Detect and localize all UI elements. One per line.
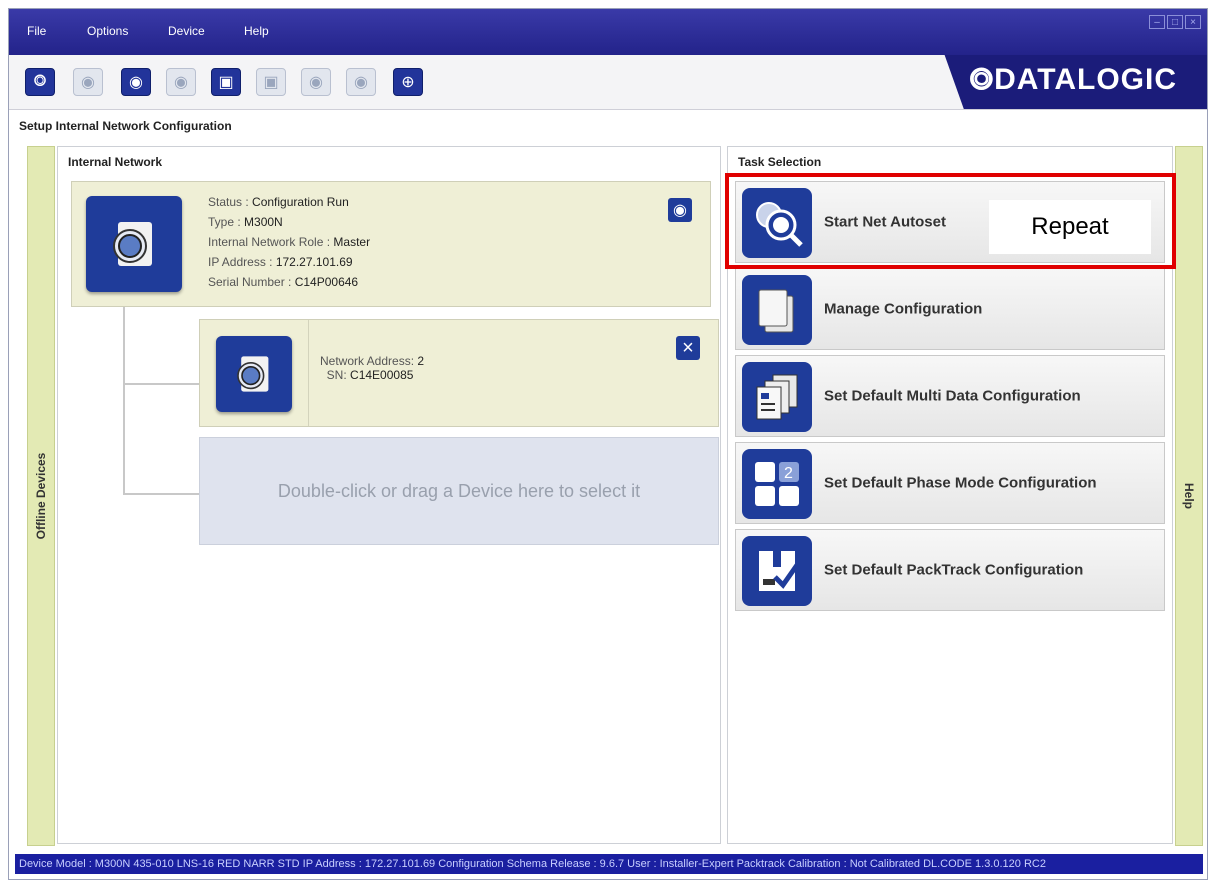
home-icon[interactable]: ⭗ bbox=[25, 68, 55, 96]
task-label: Set Default Multi Data Configuration bbox=[824, 387, 1081, 405]
device-icon bbox=[86, 196, 182, 292]
maximize-icon[interactable]: □ bbox=[1167, 15, 1183, 29]
window-controls: – □ × bbox=[1149, 15, 1201, 29]
toolbar: ⭗ ◉ ◉ ◉ ▣ ▣ ◉ ◉ ⊕ ⭗DATALOGIC bbox=[9, 55, 1207, 110]
phase-mode-icon: 2 bbox=[742, 449, 812, 519]
master-device-card[interactable]: Status : Configuration Run Type : M300N … bbox=[71, 181, 711, 307]
target-icon[interactable]: ⊕ bbox=[393, 68, 423, 96]
open-config-icon[interactable]: ◉ bbox=[166, 68, 196, 96]
page-title: Setup Internal Network Configuration bbox=[19, 119, 232, 133]
help-tab[interactable]: Help bbox=[1175, 146, 1203, 846]
device-drop-zone[interactable]: Double-click or drag a Device here to se… bbox=[199, 437, 719, 545]
status-bar: Device Model : M300N 435-010 LNS-16 RED … bbox=[15, 854, 1203, 874]
multi-data-config-button[interactable]: Set Default Multi Data Configuration bbox=[735, 355, 1165, 437]
task-label: Manage Configuration bbox=[824, 300, 983, 318]
card-divider bbox=[308, 320, 309, 426]
save-config-icon[interactable]: ▣ bbox=[256, 68, 286, 96]
menu-file[interactable]: File bbox=[27, 24, 46, 38]
multi-data-icon bbox=[742, 362, 812, 432]
task-label: Set Default PackTrack Configuration bbox=[824, 561, 1084, 579]
task-selection-title: Task Selection bbox=[738, 155, 822, 169]
menu-bar: File Options Device Help – □ × bbox=[9, 9, 1207, 55]
tree-line-branch-1 bbox=[123, 383, 199, 385]
repeat-annotation: Repeat bbox=[989, 200, 1151, 254]
internal-network-panel: Internal Network Status : Configuration … bbox=[57, 146, 721, 844]
app-window: File Options Device Help – □ × ⭗ ◉ ◉ ◉ ▣… bbox=[8, 8, 1208, 880]
tree-line-vertical bbox=[123, 307, 125, 495]
manage-configuration-button[interactable]: Manage Configuration bbox=[735, 268, 1165, 350]
minimize-icon[interactable]: – bbox=[1149, 15, 1165, 29]
task-label: Set Default Phase Mode Configuration bbox=[824, 474, 1097, 492]
master-device-info: Status : Configuration Run Type : M300N … bbox=[208, 195, 371, 289]
connect-device-icon[interactable]: ◉ bbox=[121, 68, 151, 96]
offline-devices-tab[interactable]: Offline Devices bbox=[27, 146, 55, 846]
menu-options[interactable]: Options bbox=[87, 24, 128, 38]
packtrack-config-button[interactable]: Set Default PackTrack Configuration bbox=[735, 529, 1165, 611]
network-settings-icon[interactable]: ◉ bbox=[346, 68, 376, 96]
menu-device[interactable]: Device bbox=[168, 24, 205, 38]
offline-devices-label: Offline Devices bbox=[34, 452, 48, 540]
internal-network-title: Internal Network bbox=[68, 155, 163, 169]
device-discovery-icon[interactable]: ◉ bbox=[73, 68, 103, 96]
help-label: Help bbox=[1182, 482, 1196, 510]
remove-device-icon[interactable]: × bbox=[676, 336, 700, 360]
tree-line-branch-2 bbox=[123, 493, 199, 495]
close-window-icon[interactable]: × bbox=[1185, 15, 1201, 29]
svg-text:2: 2 bbox=[784, 465, 793, 482]
device-icon bbox=[216, 336, 292, 412]
menu-help[interactable]: Help bbox=[244, 24, 269, 38]
save-device-icon[interactable]: ◉ bbox=[301, 68, 331, 96]
slave-device-info: Network Address: 2 SN: C14E00085 bbox=[320, 354, 425, 382]
device-connect-icon[interactable]: ◉ bbox=[668, 198, 692, 222]
packtrack-icon bbox=[742, 536, 812, 606]
slave-device-card[interactable]: Network Address: 2 SN: C14E00085 × bbox=[199, 319, 719, 427]
datalogic-logo: ⭗DATALOGIC bbox=[969, 63, 1177, 96]
phase-mode-config-button[interactable]: 2 Set Default Phase Mode Configuration bbox=[735, 442, 1165, 524]
load-config-icon[interactable]: ▣ bbox=[211, 68, 241, 96]
documents-icon bbox=[742, 275, 812, 345]
